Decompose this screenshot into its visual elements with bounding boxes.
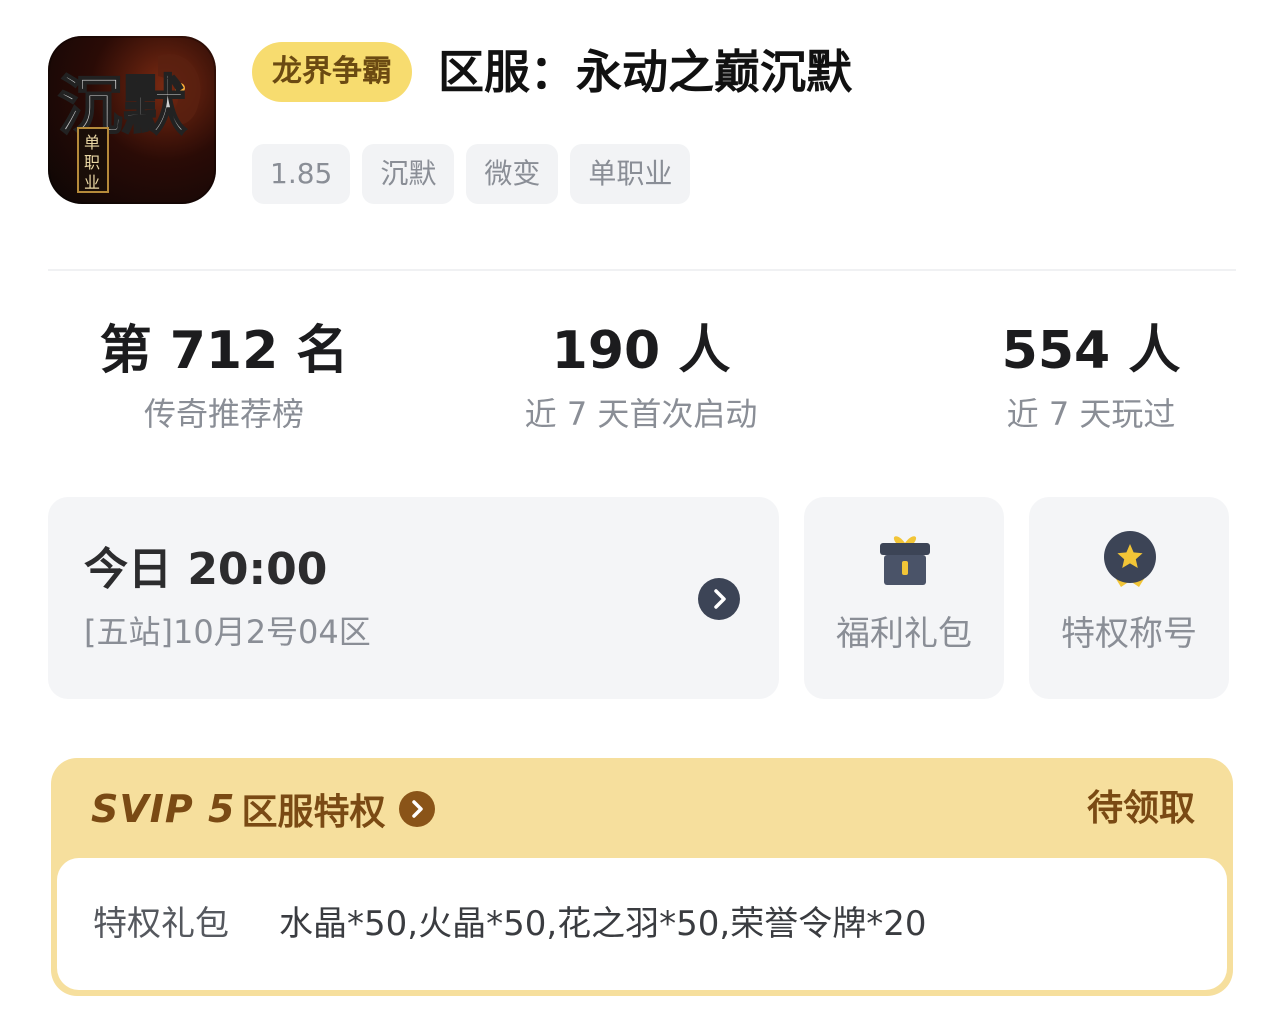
tag-version[interactable]: 1.85 xyxy=(252,144,351,204)
privilege-gift-contents: 水晶*50,火晶*50,花之羽*50,荣誉令牌*20 xyxy=(279,904,927,944)
gift-box-icon xyxy=(876,531,934,589)
stat-label: 传奇推荐榜 xyxy=(143,395,304,433)
open-server-name: [五站]10月2号04区 xyxy=(84,613,371,651)
svip-level: SVIP 5 xyxy=(91,787,236,831)
stat-rank[interactable]: 第 712 名 传奇推荐榜 xyxy=(54,318,394,436)
game-name-badge: 龙界争霸 xyxy=(252,42,412,102)
stat-value: 554 人 xyxy=(1001,321,1181,381)
svg-text:单: 单 xyxy=(84,133,100,152)
server-open-card[interactable]: 今日 20:00 [五站]10月2号04区 xyxy=(48,497,779,699)
stat-value: 190 人 xyxy=(551,321,731,381)
open-time: 今日 20:00 xyxy=(84,544,328,595)
svg-text:业: 业 xyxy=(84,173,100,192)
star-medal-icon xyxy=(1101,531,1159,589)
stat-label: 近 7 天首次启动 xyxy=(524,395,758,433)
tag-list: 1.85 沉默 微变 单职业 xyxy=(252,144,691,204)
welfare-gift-button[interactable]: 福利礼包 xyxy=(804,497,1004,699)
svip-privilege-panel: SVIP 5 区服特权 待领取 特权礼包 水晶*50,火晶*50,花之羽*50,… xyxy=(51,758,1233,996)
welfare-gift-label: 福利礼包 xyxy=(836,614,972,654)
privilege-title-label: 特权称号 xyxy=(1061,614,1197,654)
game-logo-icon: 沉默 单 职 业 xyxy=(48,36,216,204)
stat-label: 近 7 天玩过 xyxy=(1006,395,1176,433)
privilege-title-button[interactable]: 特权称号 xyxy=(1029,497,1229,699)
privilege-gift-label: 特权礼包 xyxy=(93,904,229,944)
stat-value: 第 712 名 xyxy=(99,321,349,381)
chevron-right-icon[interactable] xyxy=(698,578,740,620)
divider xyxy=(48,269,1236,271)
tag-class[interactable]: 单职业 xyxy=(570,144,691,204)
tag-style[interactable]: 沉默 xyxy=(362,144,455,204)
claim-status-button[interactable]: 待领取 xyxy=(1087,782,1195,836)
svip-title: 区服特权 xyxy=(241,792,386,833)
tag-variant[interactable]: 微变 xyxy=(466,144,559,204)
svip-header[interactable]: SVIP 5 区服特权 xyxy=(91,782,436,836)
privilege-gift-row: 特权礼包 水晶*50,火晶*50,花之羽*50,荣誉令牌*20 xyxy=(57,858,1227,990)
svg-text:职: 职 xyxy=(84,153,100,172)
stat-first-launch: 190 人 近 7 天首次启动 xyxy=(471,318,811,436)
stat-played: 554 人 近 7 天玩过 xyxy=(921,318,1261,436)
chevron-right-icon[interactable] xyxy=(399,791,436,827)
server-title: 区服：永动之巅沉默 xyxy=(438,45,852,99)
